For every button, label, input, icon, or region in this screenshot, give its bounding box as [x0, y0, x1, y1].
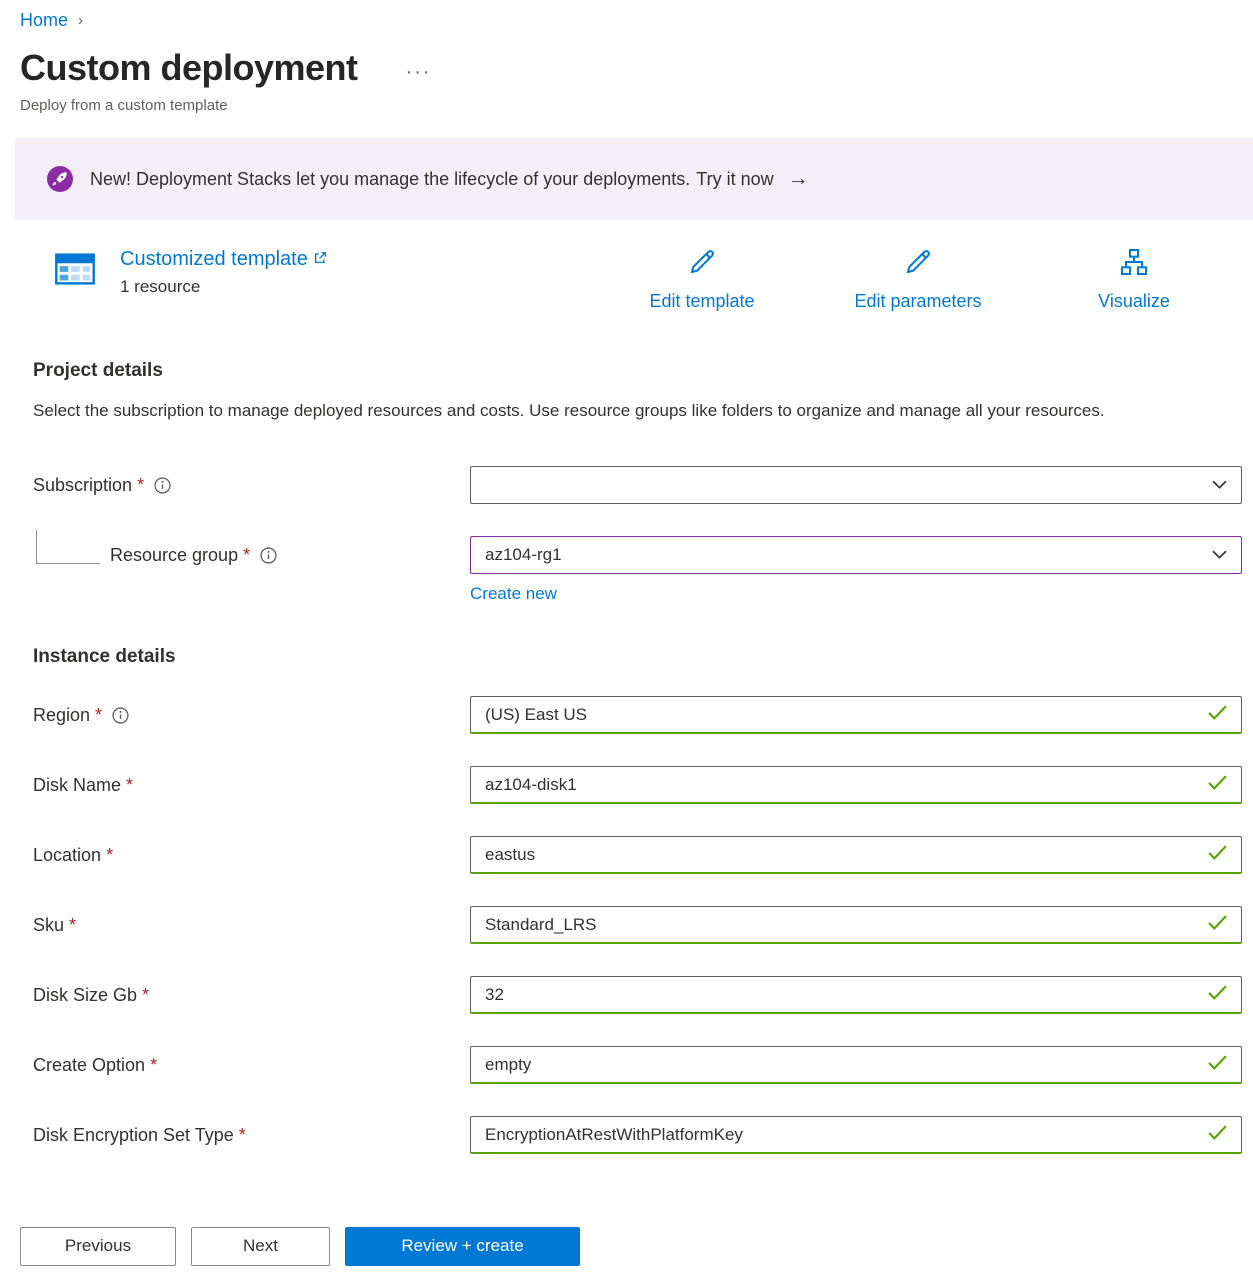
- region-field-row: Region * (US) East US: [33, 696, 1242, 734]
- visualize-label: Visualize: [1098, 291, 1170, 312]
- edit-template-label: Edit template: [649, 291, 754, 312]
- banner-try-it-now-link[interactable]: Try it now: [696, 169, 773, 190]
- required-marker: *: [150, 1055, 157, 1076]
- region-label: Region: [33, 705, 90, 726]
- instance-details-heading: Instance details: [33, 646, 1242, 668]
- project-details-description: Select the subscription to manage deploy…: [33, 398, 1183, 424]
- customized-template-link[interactable]: Customized template: [120, 248, 327, 271]
- template-table-icon: [52, 246, 98, 292]
- project-details-heading: Project details: [33, 360, 1242, 382]
- resource-count: 1 resource: [120, 277, 327, 297]
- disk-size-label: Disk Size Gb: [33, 985, 137, 1006]
- edit-template-button[interactable]: Edit template: [594, 246, 810, 312]
- custom-deployment-page: Home › Custom deployment ··· Deploy from…: [0, 0, 1253, 1280]
- location-label: Location: [33, 845, 101, 866]
- disk-name-field-row: Disk Name * az104-disk1: [33, 766, 1242, 804]
- resource-group-dropdown[interactable]: az104-rg1: [470, 536, 1242, 574]
- required-marker: *: [243, 545, 250, 566]
- page-title: Custom deployment: [20, 47, 358, 89]
- disk-encryption-set-type-value: EncryptionAtRestWithPlatformKey: [485, 1125, 1198, 1145]
- region-input[interactable]: (US) East US: [470, 696, 1242, 734]
- valid-check-icon: [1208, 775, 1227, 795]
- valid-check-icon: [1208, 915, 1227, 935]
- valid-check-icon: [1208, 1125, 1227, 1145]
- valid-check-icon: [1208, 985, 1227, 1005]
- required-marker: *: [106, 845, 113, 866]
- create-new-link[interactable]: Create new: [470, 584, 557, 603]
- disk-size-field-row: Disk Size Gb * 32: [33, 976, 1242, 1014]
- valid-check-icon: [1208, 705, 1227, 725]
- resource-group-label: Resource group: [110, 545, 238, 566]
- location-value: eastus: [485, 845, 1198, 865]
- create-option-field-row: Create Option * empty: [33, 1046, 1242, 1084]
- info-icon[interactable]: [154, 477, 171, 494]
- disk-name-value: az104-disk1: [485, 775, 1198, 795]
- rocket-icon: [47, 166, 73, 192]
- region-value: (US) East US: [485, 705, 1198, 725]
- review-create-button[interactable]: Review + create: [345, 1227, 580, 1266]
- valid-check-icon: [1208, 845, 1227, 865]
- resource-group-value: az104-rg1: [485, 545, 1202, 565]
- subscription-dropdown[interactable]: [470, 466, 1242, 504]
- required-marker: *: [239, 1125, 246, 1146]
- footer-action-bar: Previous Next Review + create: [0, 1212, 1253, 1280]
- disk-encryption-set-type-field-row: Disk Encryption Set Type * EncryptionAtR…: [33, 1116, 1242, 1154]
- pencil-icon: [686, 246, 718, 291]
- required-marker: *: [142, 985, 149, 1006]
- required-marker: *: [126, 775, 133, 796]
- next-button[interactable]: Next: [191, 1227, 330, 1266]
- disk-encryption-set-type-label: Disk Encryption Set Type: [33, 1125, 234, 1146]
- customized-template-label: Customized template: [120, 248, 308, 271]
- disk-name-label: Disk Name: [33, 775, 121, 796]
- required-marker: *: [95, 705, 102, 726]
- pencil-icon: [902, 246, 934, 291]
- chevron-down-icon: [1212, 545, 1227, 565]
- info-icon[interactable]: [112, 707, 129, 724]
- required-marker: *: [137, 475, 144, 496]
- chevron-down-icon: [1212, 475, 1227, 495]
- sku-value: Standard_LRS: [485, 915, 1198, 935]
- external-link-icon: [313, 248, 327, 271]
- resource-group-field-row: Resource group * az104-rg1: [33, 536, 1242, 574]
- valid-check-icon: [1208, 1055, 1227, 1075]
- template-summary: Customized template 1 resource: [52, 246, 1242, 312]
- subscription-field-row: Subscription *: [33, 466, 1242, 504]
- page-subtitle: Deploy from a custom template: [20, 97, 1242, 114]
- sku-field-row: Sku * Standard_LRS: [33, 906, 1242, 944]
- sku-input[interactable]: Standard_LRS: [470, 906, 1242, 944]
- edit-parameters-label: Edit parameters: [854, 291, 981, 312]
- required-marker: *: [69, 915, 76, 936]
- visualize-button[interactable]: Visualize: [1026, 246, 1242, 312]
- location-field-row: Location * eastus: [33, 836, 1242, 874]
- create-option-value: empty: [485, 1055, 1198, 1075]
- hierarchy-icon: [1118, 246, 1150, 291]
- breadcrumb-chevron-icon: ›: [78, 12, 83, 29]
- disk-encryption-set-type-input[interactable]: EncryptionAtRestWithPlatformKey: [470, 1116, 1242, 1154]
- edit-parameters-button[interactable]: Edit parameters: [810, 246, 1026, 312]
- disk-size-value: 32: [485, 985, 1198, 1005]
- arrow-right-icon[interactable]: →: [788, 167, 809, 191]
- location-input[interactable]: eastus: [470, 836, 1242, 874]
- subscription-label: Subscription: [33, 475, 132, 496]
- create-option-label: Create Option: [33, 1055, 145, 1076]
- create-option-input[interactable]: empty: [470, 1046, 1242, 1084]
- banner-text: New! Deployment Stacks let you manage th…: [90, 169, 690, 190]
- info-icon[interactable]: [260, 547, 277, 564]
- previous-button[interactable]: Previous: [20, 1227, 176, 1266]
- disk-name-input[interactable]: az104-disk1: [470, 766, 1242, 804]
- field-connector-line: [36, 530, 100, 564]
- disk-size-input[interactable]: 32: [470, 976, 1242, 1014]
- more-options-button[interactable]: ···: [406, 61, 432, 84]
- sku-label: Sku: [33, 915, 64, 936]
- breadcrumb: Home ›: [20, 10, 1242, 31]
- deployment-stacks-banner: New! Deployment Stacks let you manage th…: [15, 138, 1253, 220]
- breadcrumb-home-link[interactable]: Home: [20, 10, 68, 31]
